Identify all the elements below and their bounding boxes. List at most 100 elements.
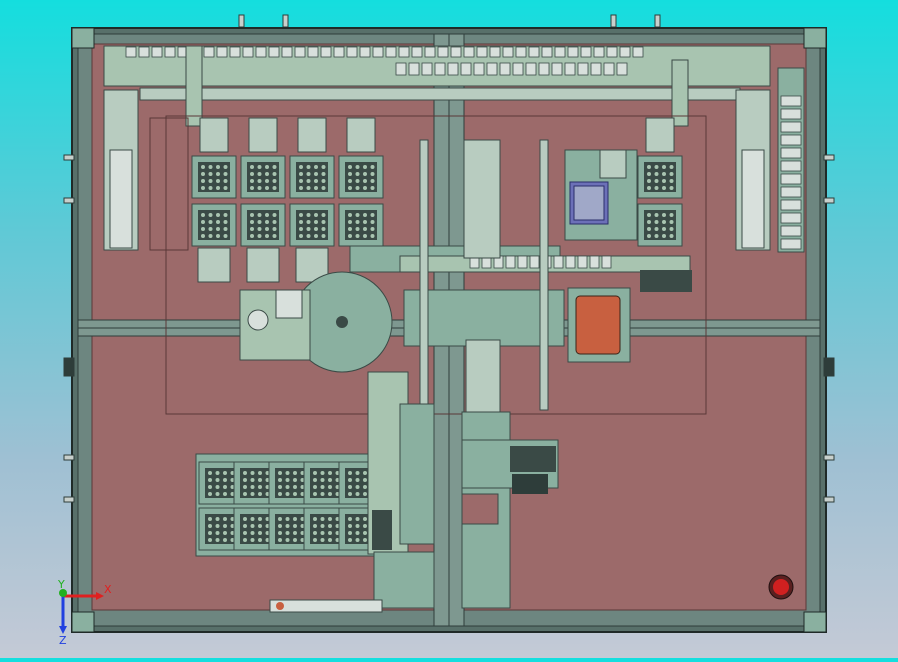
chain-link	[203, 46, 215, 58]
chain-link	[473, 62, 485, 76]
chain-link	[463, 46, 475, 58]
chain-link	[486, 62, 498, 76]
socket-array-bottom	[195, 453, 384, 557]
bottom-strip	[269, 599, 383, 613]
socket-module	[338, 203, 384, 247]
chain-link	[780, 186, 802, 198]
chain-link	[616, 62, 628, 76]
socket-module	[338, 155, 384, 199]
chain-link	[268, 46, 280, 58]
chain-link	[164, 46, 176, 58]
socket-module	[240, 155, 286, 199]
chain-link	[577, 255, 588, 269]
socket-lid	[248, 117, 278, 153]
chain-link	[780, 147, 802, 159]
chain-link	[512, 62, 524, 76]
triad-z-label: Z	[59, 634, 67, 647]
chain-link	[780, 134, 802, 146]
chain-link	[551, 62, 563, 76]
chain-link	[359, 46, 371, 58]
socket-module	[289, 155, 335, 199]
socket-module	[637, 203, 683, 247]
socket-lid	[346, 117, 376, 153]
chain-link	[125, 46, 137, 58]
chain-link	[346, 46, 358, 58]
triad-x-label: X	[104, 583, 112, 596]
cad-viewport[interactable]: X Y Z	[0, 0, 898, 658]
chain-link	[593, 46, 605, 58]
socket-lid	[297, 117, 327, 153]
socket-module	[289, 203, 335, 247]
chain-link	[460, 62, 472, 76]
chain-link	[151, 46, 163, 58]
socket-lid	[645, 117, 675, 153]
chain-link	[320, 46, 332, 58]
chain-link	[372, 46, 384, 58]
chain-link	[606, 46, 618, 58]
chain-link	[601, 255, 612, 269]
chain-link	[564, 62, 576, 76]
chain-link	[307, 46, 319, 58]
chain-link	[525, 62, 537, 76]
socket-lid	[246, 247, 280, 283]
chain-link	[554, 46, 566, 58]
chain-link	[580, 46, 592, 58]
chain-link	[434, 62, 446, 76]
top-mount-studs	[238, 14, 661, 28]
chain-link	[398, 46, 410, 58]
chain-link	[242, 46, 254, 58]
chain-link	[281, 46, 293, 58]
chain-link	[538, 62, 550, 76]
chain-link	[229, 46, 241, 58]
triad-y-label: Y	[57, 578, 65, 591]
chain-link	[780, 173, 802, 185]
chain-link	[529, 255, 540, 269]
chain-link	[476, 46, 488, 58]
chain-link	[780, 121, 802, 133]
socket-module	[191, 203, 237, 247]
chain-link	[408, 62, 420, 76]
chain-link	[489, 46, 501, 58]
chain-link	[780, 160, 802, 172]
chain-link	[565, 255, 576, 269]
chain-link	[567, 46, 579, 58]
reject-tray	[567, 287, 631, 363]
machine-layout-drawing[interactable]: X Y Z	[0, 0, 898, 658]
chain-link	[541, 46, 553, 58]
chain-link	[395, 62, 407, 76]
chain-link	[780, 225, 802, 237]
chain-link	[447, 62, 459, 76]
chain-link	[499, 62, 511, 76]
chain-link	[333, 46, 345, 58]
chain-link	[577, 62, 589, 76]
chain-link	[780, 212, 802, 224]
chain-link	[421, 62, 433, 76]
chain-link	[255, 46, 267, 58]
socket-module	[240, 203, 286, 247]
socket-lid	[197, 247, 231, 283]
chain-link	[515, 46, 527, 58]
chain-link	[553, 255, 564, 269]
chain-link	[780, 199, 802, 211]
chain-link	[294, 46, 306, 58]
chain-link	[385, 46, 397, 58]
chain-link	[216, 46, 228, 58]
chain-link	[424, 46, 436, 58]
tray-module	[564, 149, 638, 241]
socket-module	[191, 155, 237, 199]
chain-link	[589, 255, 600, 269]
socket-lid	[199, 117, 229, 153]
chain-link	[632, 46, 644, 58]
chain-link	[437, 46, 449, 58]
chain-link	[780, 108, 802, 120]
socket-module	[637, 155, 683, 199]
chain-link	[517, 255, 528, 269]
chain-link	[450, 46, 462, 58]
chain-link	[603, 62, 615, 76]
chain-link	[780, 238, 802, 250]
chain-link	[590, 62, 602, 76]
chain-link	[138, 46, 150, 58]
chain-link	[502, 46, 514, 58]
chain-link	[780, 95, 802, 107]
emergency-stop-icon[interactable]	[768, 574, 794, 600]
